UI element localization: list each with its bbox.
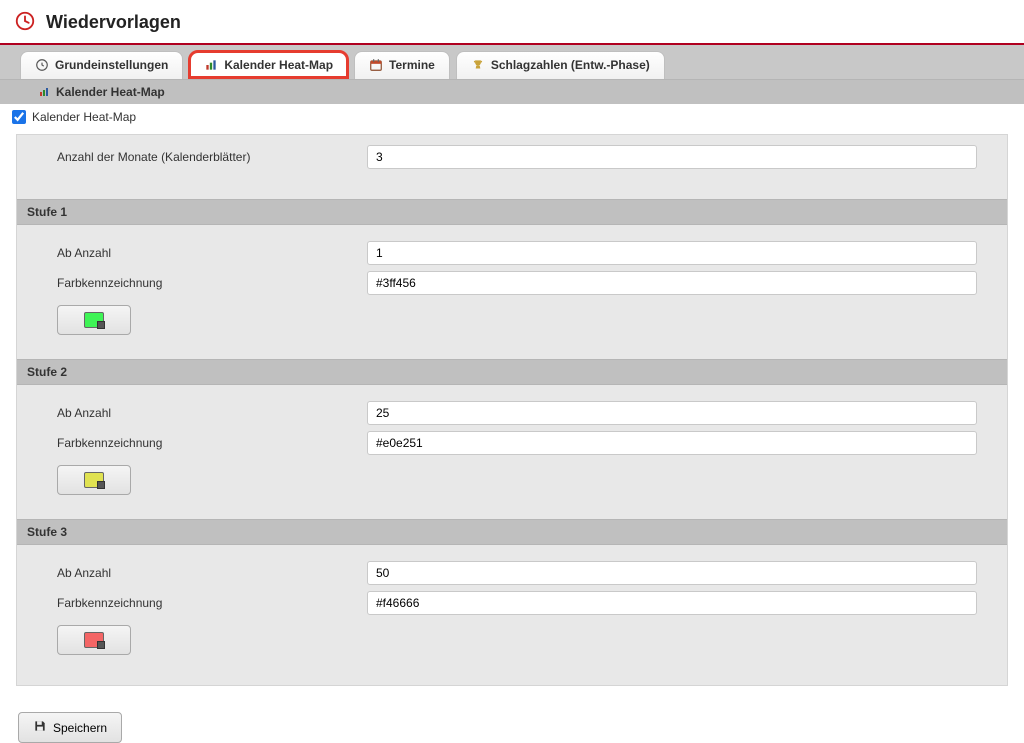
months-row: Anzahl der Monate (Kalenderblätter) [57,145,977,169]
level-2-count-input[interactable] [367,401,977,425]
tab-label: Termine [389,58,435,72]
level-3-color-button[interactable] [57,625,131,655]
tab-grundeinstellungen[interactable]: Grundeinstellungen [20,51,183,79]
level-3-count-input[interactable] [367,561,977,585]
page-title: Wiedervorlagen [46,12,181,33]
settings-panel: Anzahl der Monate (Kalenderblätter) Stuf… [16,134,1008,686]
trophy-icon [471,58,485,72]
level-2-color-input[interactable] [367,431,977,455]
level-2-count-row: Ab Anzahl [57,401,977,425]
level-1-header: Stufe 1 [17,199,1007,225]
tab-label: Grundeinstellungen [55,58,168,72]
tab-bar: Grundeinstellungen Kalender Heat-Map Ter… [0,45,1024,79]
enable-heatmap-label: Kalender Heat-Map [32,110,136,124]
level-3-header: Stufe 3 [17,519,1007,545]
clock-icon [14,10,36,35]
level-1-color-row: Farbkennzeichnung [57,271,977,295]
color-swatch-icon [84,632,104,648]
color-label: Farbkennzeichnung [57,436,357,450]
level-1-count-input[interactable] [367,241,977,265]
tab-label: Schlagzahlen (Entw.-Phase) [491,58,650,72]
level-3-count-row: Ab Anzahl [57,561,977,585]
level-1-count-row: Ab Anzahl [57,241,977,265]
tab-termine[interactable]: Termine [354,51,450,79]
count-label: Ab Anzahl [57,566,357,580]
save-button[interactable]: Speichern [18,712,122,743]
enable-heatmap-checkbox[interactable] [12,110,26,124]
save-label: Speichern [53,721,107,735]
level-3-color-input[interactable] [367,591,977,615]
level-3-color-row: Farbkennzeichnung [57,591,977,615]
save-area: Speichern [0,702,1024,743]
count-label: Ab Anzahl [57,406,357,420]
level-2-header: Stufe 2 [17,359,1007,385]
tab-schlagzahlen[interactable]: Schlagzahlen (Entw.-Phase) [456,51,665,79]
chart-icon [204,58,218,72]
color-label: Farbkennzeichnung [57,276,357,290]
color-swatch-icon [84,312,104,328]
color-label: Farbkennzeichnung [57,596,357,610]
section-title: Kalender Heat-Map [56,85,165,99]
color-swatch-icon [84,472,104,488]
months-input[interactable] [367,145,977,169]
level-1-color-input[interactable] [367,271,977,295]
section-titlebar: Kalender Heat-Map [0,79,1024,104]
level-2-color-row: Farbkennzeichnung [57,431,977,455]
chart-icon [38,86,50,98]
level-1-color-button[interactable] [57,305,131,335]
tab-kalender-heat-map[interactable]: Kalender Heat-Map [189,51,348,79]
calendar-icon [369,58,383,72]
tab-label: Kalender Heat-Map [224,58,333,72]
level-2-color-button[interactable] [57,465,131,495]
enable-row: Kalender Heat-Map [0,104,1024,134]
page-header: Wiedervorlagen [0,0,1024,43]
months-label: Anzahl der Monate (Kalenderblätter) [57,150,357,164]
clock-icon [35,58,49,72]
count-label: Ab Anzahl [57,246,357,260]
save-icon [33,719,47,736]
